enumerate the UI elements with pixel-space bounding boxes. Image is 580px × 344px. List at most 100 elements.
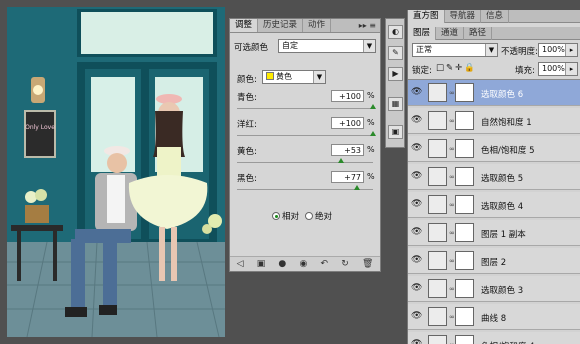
brush-icon[interactable]: ✎ <box>388 46 403 60</box>
eye-icon[interactable]: 👁 <box>411 116 422 125</box>
link-icon[interactable]: ∞ <box>449 313 455 321</box>
layer-mask-thumbnail[interactable] <box>455 251 474 270</box>
visibility-icon[interactable]: ◉ <box>299 259 307 269</box>
absolute-option[interactable]: 绝对 <box>305 210 332 222</box>
layer-thumbnail <box>428 167 447 186</box>
layer-mask-thumbnail[interactable] <box>455 195 474 214</box>
absolute-label: 绝对 <box>315 212 333 222</box>
adjustments-icon[interactable]: ◐ <box>388 25 403 39</box>
cyan-field[interactable]: +100 <box>331 90 364 102</box>
layer-mask-thumbnail[interactable] <box>455 111 474 130</box>
cyan-percent: % <box>367 91 375 100</box>
eye-icon[interactable]: 👁 <box>411 200 422 209</box>
tab-histogram[interactable]: 直方图 <box>408 10 445 23</box>
eye-icon[interactable]: 👁 <box>411 284 422 293</box>
eye-icon[interactable]: 👁 <box>411 172 422 181</box>
layer-row[interactable]: 👁 ∞ 选取颜色 6 <box>408 80 580 106</box>
black-field[interactable]: +77 <box>331 171 364 183</box>
layer-row[interactable]: 👁 ∞ 选取颜色 3 <box>408 276 580 302</box>
top-panel-tabs: 直方图 导航器 信息 <box>408 10 580 23</box>
lock-label: 锁定: <box>412 66 432 76</box>
black-percent: % <box>367 172 375 181</box>
fill-field[interactable]: 100% ▸ <box>538 62 578 76</box>
tab-layers[interactable]: 图层 <box>408 27 437 40</box>
tab-history[interactable]: 历史记录 <box>258 19 304 32</box>
tab-paths[interactable]: 路径 <box>464 27 493 40</box>
link-icon[interactable]: ∞ <box>449 285 455 293</box>
layer-name: 曲线 8 <box>481 314 507 324</box>
expand-view-icon[interactable]: ▣ <box>257 259 266 269</box>
cyan-slider-thumb[interactable] <box>370 104 376 109</box>
panel-menu-icon[interactable]: ▸▸ ≡ <box>359 19 380 32</box>
opacity-field[interactable]: 100% ▸ <box>538 43 578 57</box>
eye-icon[interactable]: 👁 <box>411 228 422 237</box>
relative-radio[interactable] <box>272 212 280 220</box>
chevron-down-icon: ▼ <box>485 44 497 56</box>
link-icon[interactable]: ∞ <box>449 117 455 125</box>
black-slider-track[interactable] <box>237 189 373 190</box>
layer-thumbnail <box>428 111 447 130</box>
layer-mask-thumbnail[interactable] <box>455 335 474 344</box>
link-icon[interactable]: ∞ <box>449 145 455 153</box>
layer-row[interactable]: 👁 ∞ 选取颜色 4 <box>408 192 580 218</box>
black-slider-thumb[interactable] <box>354 185 361 190</box>
preset-select[interactable]: 自定 ▼ <box>278 39 376 53</box>
layer-row[interactable]: 👁 ∞ 选取颜色 5 <box>408 164 580 190</box>
layer-row[interactable]: 👁∞色相/饱和度 4 <box>408 332 580 344</box>
yellow-field[interactable]: +53 <box>331 144 364 156</box>
layer-thumbnail <box>428 279 447 298</box>
absolute-radio[interactable] <box>305 212 314 220</box>
preset-value: 自定 <box>282 41 298 50</box>
trash-icon[interactable]: 🗑 <box>362 259 373 269</box>
magenta-slider-thumb[interactable] <box>370 131 376 136</box>
yellow-slider-thumb[interactable] <box>338 158 345 163</box>
layer-row[interactable]: 👁 ∞ 曲线 8 <box>408 304 580 330</box>
eye-icon[interactable]: 👁 <box>411 144 422 153</box>
link-icon[interactable]: ∞ <box>449 201 455 209</box>
reset-icon[interactable]: ↻ <box>341 259 349 269</box>
tab-adjustments[interactable]: 调整 <box>230 19 259 32</box>
layer-mask-thumbnail[interactable] <box>455 167 474 186</box>
swatches-icon[interactable]: ▦ <box>388 97 403 111</box>
chalkboard-text: Only Love <box>25 124 55 131</box>
layer-row[interactable]: 👁 ∞ 自然饱和度 1 <box>408 108 580 134</box>
eye-icon[interactable]: 👁 <box>411 312 422 321</box>
layer-mask-thumbnail[interactable] <box>455 279 474 298</box>
eye-icon[interactable]: 👁 <box>411 88 422 97</box>
colors-select[interactable]: 黄色 ▼ <box>262 70 326 84</box>
eye-icon[interactable]: 👁 <box>411 340 422 344</box>
yellow-slider-track[interactable] <box>237 162 373 163</box>
layer-mask-thumbnail[interactable] <box>455 223 474 242</box>
layer-row[interactable]: 👁 ∞ 图层 1 副本 <box>408 220 580 246</box>
blend-mode-select[interactable]: 正常 ▼ <box>412 43 498 57</box>
lock-row: 锁定: □✎✛🔒 填充: 100% ▸ <box>408 61 580 77</box>
tab-channels[interactable]: 通道 <box>436 27 465 40</box>
layer-thumbnail <box>428 251 447 270</box>
magenta-slider-track[interactable] <box>237 135 373 136</box>
relative-option[interactable]: 相对 <box>272 210 299 222</box>
layer-row[interactable]: 👁 ∞ 图层 2 <box>408 248 580 274</box>
styles-icon[interactable]: ▣ <box>388 125 403 139</box>
eye-icon[interactable]: 👁 <box>411 256 422 265</box>
layer-row[interactable]: 👁 ∞ 色相/饱和度 5 <box>408 136 580 162</box>
cyan-slider-track[interactable] <box>237 108 373 109</box>
document-canvas[interactable]: Only Love <box>7 7 225 337</box>
link-icon[interactable]: ∞ <box>449 173 455 181</box>
layer-mask-thumbnail[interactable] <box>455 139 474 158</box>
play-icon[interactable]: ▶ <box>388 67 403 81</box>
lock-icons[interactable]: □✎✛🔒 <box>436 63 477 73</box>
layer-mask-thumbnail[interactable] <box>455 83 474 102</box>
tab-info[interactable]: 信息 <box>481 10 510 23</box>
magenta-field[interactable]: +100 <box>331 117 364 129</box>
clip-layer-icon[interactable]: ● <box>278 259 286 269</box>
link-icon[interactable]: ∞ <box>449 89 455 97</box>
link-icon[interactable]: ∞ <box>449 257 455 265</box>
link-icon[interactable]: ∞ <box>449 229 455 237</box>
back-arrow-icon[interactable]: ◁ <box>237 259 244 269</box>
layer-mask-thumbnail[interactable] <box>455 307 474 326</box>
view-previous-icon[interactable]: ↶ <box>321 259 329 269</box>
layer-list[interactable]: 👁 ∞ 选取颜色 6 👁 ∞ 自然饱和度 1 👁 ∞ 色相/饱和度 5 👁 ∞ 选取颜色 5 👁 ∞ 选取颜… <box>408 79 580 344</box>
tab-navigator[interactable]: 导航器 <box>445 10 482 23</box>
tab-actions[interactable]: 动作 <box>303 19 332 32</box>
magenta-percent: % <box>367 118 375 127</box>
